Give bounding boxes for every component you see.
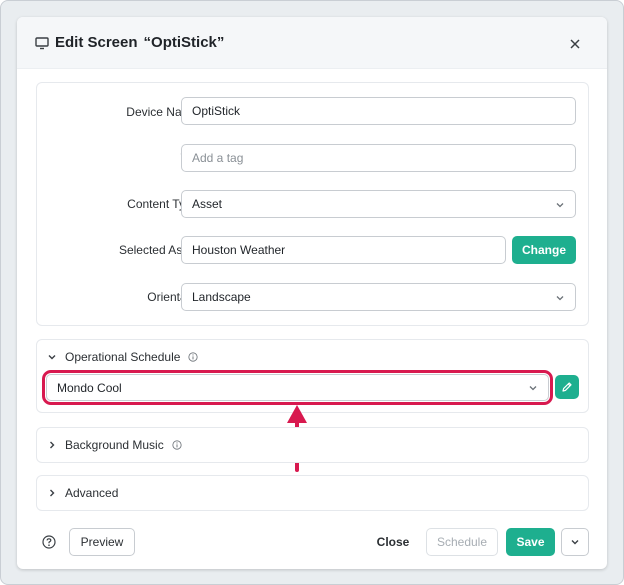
modal-title-prefix: Edit Screen — [55, 34, 138, 51]
selected-asset-input[interactable]: Houston Weather — [181, 236, 506, 264]
orientation-select[interactable]: Landscape — [181, 283, 576, 311]
info-icon[interactable] — [172, 440, 182, 450]
chevron-right-icon — [50, 441, 55, 449]
operational-schedule-toggle[interactable]: Operational Schedule — [47, 350, 199, 364]
advanced-label: Advanced — [65, 486, 119, 500]
device-name-input[interactable]: OptiStick — [181, 97, 576, 125]
operational-schedule-select[interactable]: Mondo Cool — [46, 374, 549, 401]
background-music-toggle[interactable]: Background Music — [47, 438, 182, 452]
close-icon[interactable] — [568, 37, 582, 51]
modal-header: Edit Screen “OptiStick” — [17, 17, 607, 69]
change-asset-button[interactable]: Change — [512, 236, 576, 264]
preview-button[interactable]: Preview — [69, 528, 135, 556]
modal-title-name: “OptiStick” — [143, 34, 225, 51]
chevron-down-icon — [529, 386, 537, 391]
question-icon[interactable] — [42, 535, 56, 549]
chevron-down-icon — [556, 296, 564, 301]
modal-title: Edit Screen “OptiStick” — [55, 34, 224, 51]
advanced-card — [36, 475, 589, 511]
chevron-down-icon — [571, 540, 579, 545]
content-type-select[interactable]: Asset — [181, 190, 576, 218]
chevron-down-icon — [48, 355, 56, 360]
operational-schedule-label: Operational Schedule — [65, 350, 181, 364]
info-icon[interactable] — [188, 352, 199, 362]
chevron-down-icon — [556, 203, 564, 208]
background-music-label: Background Music — [65, 438, 164, 452]
save-button[interactable]: Save — [506, 528, 555, 556]
tags-input[interactable]: Add a tag — [181, 144, 576, 172]
save-options-dropdown[interactable] — [561, 528, 589, 556]
edit-schedule-button[interactable] — [555, 375, 579, 399]
advanced-toggle[interactable]: Advanced — [47, 486, 118, 500]
monitor-icon — [35, 37, 49, 50]
close-button[interactable]: Close — [372, 528, 414, 556]
chevron-right-icon — [50, 489, 55, 497]
pencil-icon — [562, 382, 572, 392]
schedule-button[interactable]: Schedule — [426, 528, 498, 556]
